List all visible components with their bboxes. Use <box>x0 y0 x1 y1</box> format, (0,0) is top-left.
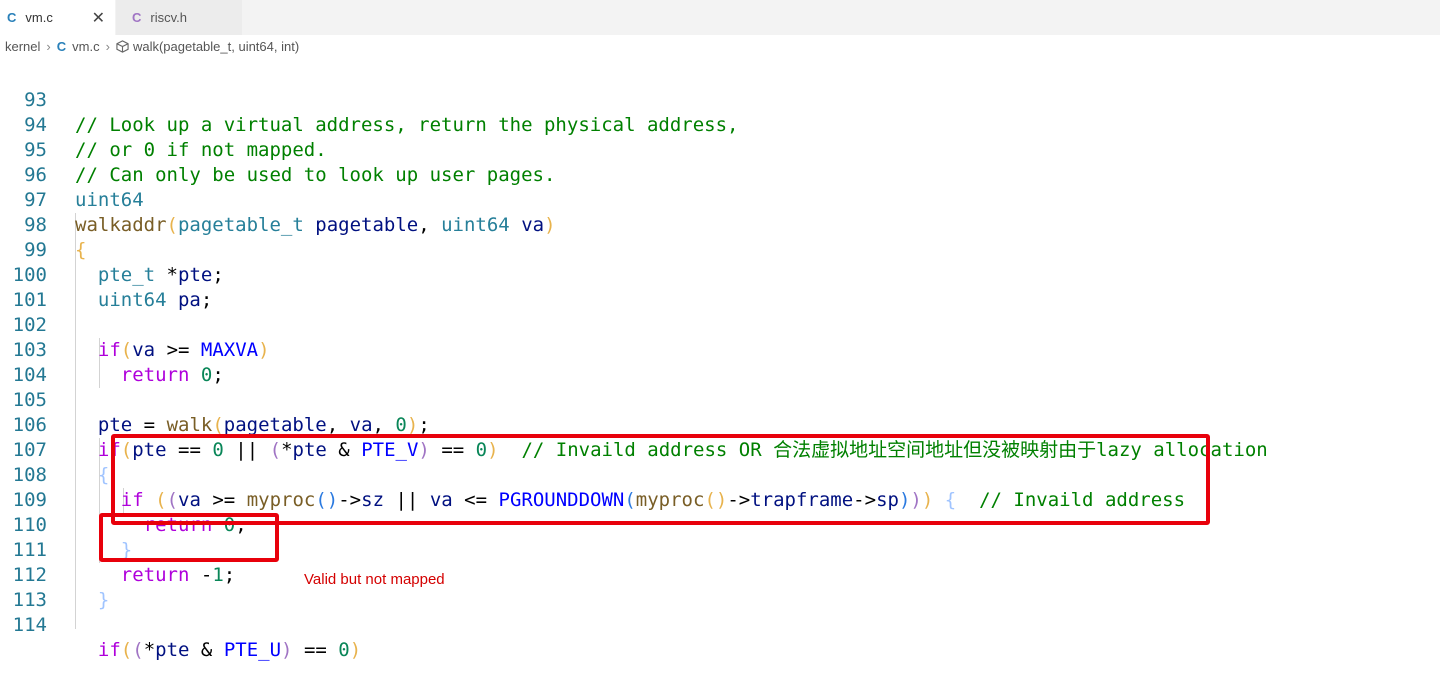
annotation-box-return-minus-one <box>99 513 279 562</box>
breadcrumb: kernel › C vm.c › walk(pagetable_t, uint… <box>0 35 1440 58</box>
tab-label: vm.c <box>25 10 53 25</box>
code-line: 98 { <box>0 188 86 261</box>
code-line: 93 // Look up a virtual address, return … <box>0 63 738 136</box>
code-line: 109 return 0; <box>0 463 247 536</box>
c-file-icon: C <box>132 10 142 25</box>
code-line: 103 return 0; <box>0 313 224 386</box>
code-line: 100 uint64 pa; <box>0 238 213 311</box>
code-line: 95 // Can only be used to look up user p… <box>0 113 555 186</box>
breadcrumb-folder[interactable]: kernel <box>5 39 40 54</box>
comment: // Look up a virtual address, return the… <box>75 114 739 136</box>
code-line: 104 <box>0 338 47 386</box>
chevron-right-icon: › <box>46 39 51 54</box>
code-line: 99 pte_t *pte; <box>0 213 224 286</box>
annotation-label: Valid but not mapped <box>304 571 445 588</box>
breadcrumb-symbol[interactable]: walk(pagetable_t, uint64, int) <box>133 39 299 54</box>
code-line: 111 return -1; <box>0 513 236 586</box>
code-line: 97 walkaddr(pagetable_t pagetable, uint6… <box>0 163 555 236</box>
tab-label: riscv.h <box>150 10 187 25</box>
code-line: 114 if((*pte & PTE_U) == 0) <box>0 588 362 661</box>
comment: // or 0 if not mapped. <box>75 139 327 161</box>
code-line: 96 uint64 <box>0 138 144 211</box>
code-line: 94 // or 0 if not mapped. <box>0 88 327 161</box>
return-type: uint64 <box>75 189 144 211</box>
code-line: 105 pte = walk(pagetable, va, 0); <box>0 363 430 436</box>
breadcrumb-file[interactable]: vm.c <box>72 39 99 54</box>
code-line: 102 if(va >= MAXVA) <box>0 288 270 361</box>
tab-riscv-h[interactable]: C riscv.h <box>116 0 242 35</box>
c-file-icon: C <box>7 10 17 25</box>
code-line: 110 } <box>0 488 133 561</box>
c-file-icon: C <box>56 39 67 54</box>
code-line: 112 } <box>0 538 110 611</box>
chevron-right-icon: › <box>105 39 110 54</box>
code-line: 107 { <box>0 413 110 486</box>
code-line: 113 <box>0 563 47 611</box>
annotation-box-invalid-address <box>111 434 1210 525</box>
comment: // Can only be used to look up user page… <box>75 164 556 186</box>
cube-icon <box>116 40 129 53</box>
close-icon[interactable]: ✕ <box>92 8 105 28</box>
tab-vm-c[interactable]: C vm.c ✕ <box>0 0 115 35</box>
line-number: 114 <box>12 614 47 636</box>
code-line: 106 if(pte == 0 || (*pte & PTE_V) == 0) … <box>0 388 1268 461</box>
tab-bar: C vm.c ✕ C riscv.h <box>0 0 1440 35</box>
code-line: 101 <box>0 263 47 311</box>
code-line: 108 if ((va >= myproc()->sz || va <= PGR… <box>0 438 1185 511</box>
